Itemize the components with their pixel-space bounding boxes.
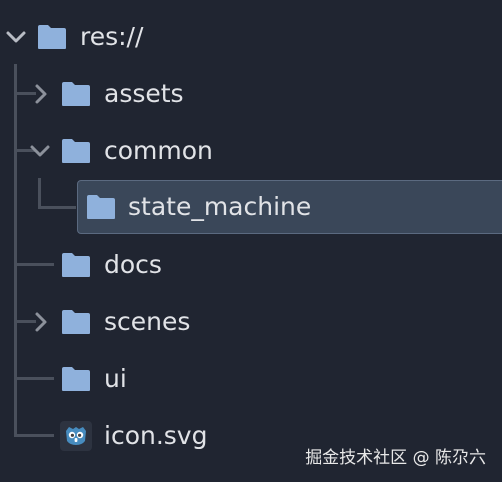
tree-row-ui[interactable]: ui [0, 352, 502, 406]
folder-icon [62, 310, 90, 334]
tree-row-state-machine[interactable]: state_machine [0, 180, 502, 234]
tree-row-common[interactable]: common [0, 124, 502, 178]
file-system-tree: res:// assets common state_machine docs … [0, 0, 502, 482]
chevron-down-icon[interactable] [29, 140, 51, 162]
folder-icon [62, 367, 90, 391]
godot-icon [60, 421, 92, 451]
tree-item-label: scenes [104, 307, 191, 336]
tree-row-assets[interactable]: assets [0, 67, 502, 121]
chevron-right-icon[interactable] [30, 311, 52, 333]
watermark: 掘金技术社区 @ 陈尕六 [305, 448, 486, 468]
tree-row-docs[interactable]: docs [0, 238, 502, 292]
tree-item-label: icon.svg [104, 421, 208, 450]
folder-icon [62, 253, 90, 277]
tree-item-label: assets [104, 79, 184, 108]
folder-icon [62, 139, 90, 163]
folder-icon [38, 25, 66, 49]
tree-row-scenes[interactable]: scenes [0, 295, 502, 349]
tree-item-label: state_machine [128, 192, 312, 221]
folder-icon [62, 82, 90, 106]
tree-item-label: ui [104, 364, 127, 393]
chevron-down-icon[interactable] [5, 26, 27, 48]
chevron-right-icon[interactable] [30, 83, 52, 105]
tree-item-label: docs [104, 250, 162, 279]
folder-icon [87, 195, 115, 219]
tree-item-label: common [104, 136, 213, 165]
tree-row-root[interactable]: res:// [0, 10, 502, 64]
tree-item-label: res:// [80, 22, 144, 51]
